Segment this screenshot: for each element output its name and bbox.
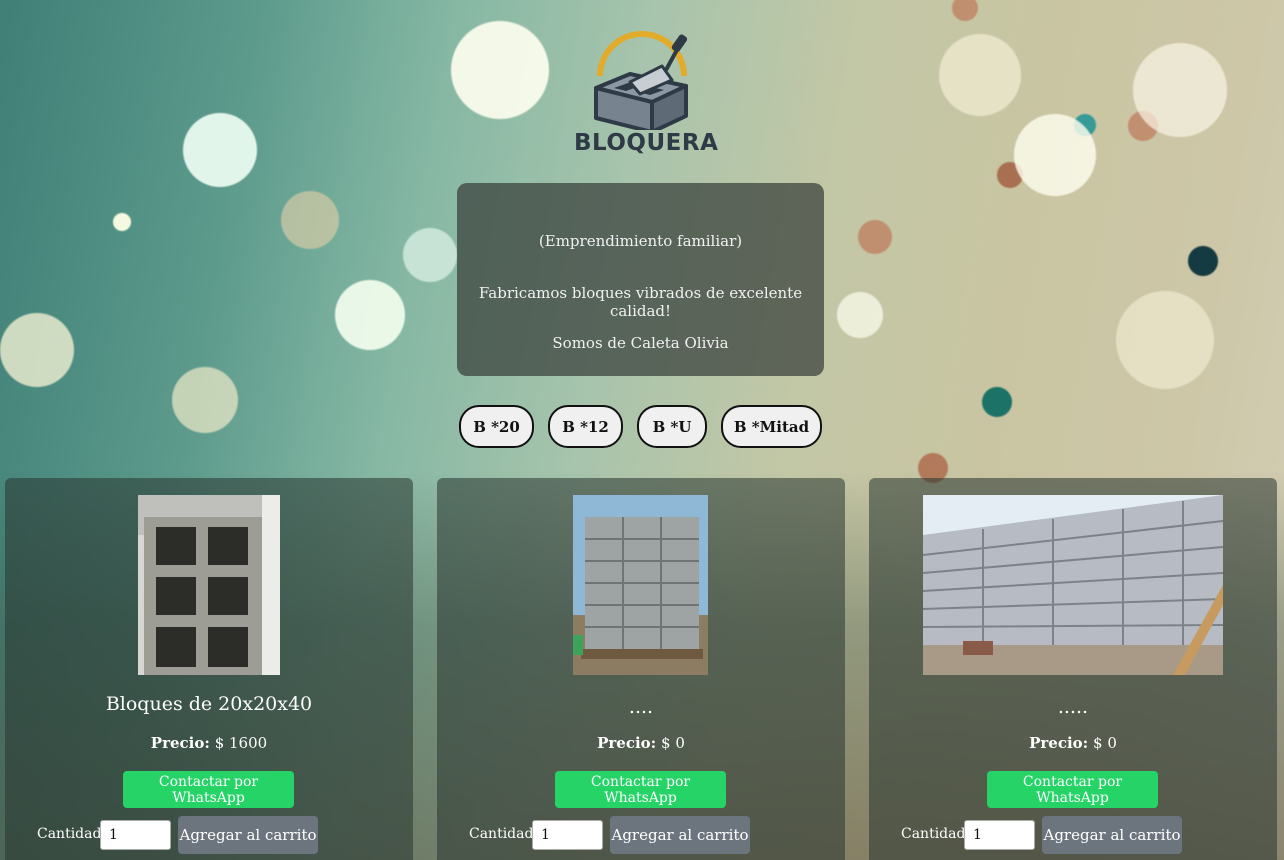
quantity-label: Cantidad: bbox=[469, 826, 539, 842]
quantity-input[interactable] bbox=[100, 820, 171, 850]
product-title: ..... bbox=[1057, 696, 1089, 718]
product-price: Precio: $ 1600 bbox=[5, 734, 413, 752]
whatsapp-button[interactable]: Contactar por WhatsApp bbox=[123, 771, 294, 808]
add-to-cart-button[interactable]: Agregar al carrito bbox=[1042, 816, 1182, 854]
price-value: $ 0 bbox=[661, 734, 685, 752]
price-label: Precio: bbox=[150, 734, 210, 752]
intro-line-location: Somos de Caleta Olivia bbox=[552, 334, 729, 352]
add-to-cart-button[interactable]: Agregar al carrito bbox=[178, 816, 318, 854]
product-price: Precio: $ 0 bbox=[437, 734, 845, 752]
product-image-block-wall bbox=[922, 495, 1224, 675]
product-price: Precio: $ 0 bbox=[869, 734, 1277, 752]
quantity-input[interactable] bbox=[964, 820, 1035, 850]
filter-button-bmitad[interactable]: B *Mitad bbox=[721, 405, 822, 448]
price-value: $ 1600 bbox=[214, 734, 268, 752]
product-image-concrete-block bbox=[138, 495, 280, 675]
brand-logo[interactable]: BLOQUERA bbox=[574, 30, 719, 162]
product-title: Bloques de 20x20x40 bbox=[105, 693, 313, 715]
product-title: .... bbox=[628, 696, 654, 718]
product-card: .... Precio: $ 0 Contactar por WhatsApp … bbox=[437, 478, 845, 860]
product-card: ..... Precio: $ 0 Contactar por WhatsApp… bbox=[869, 478, 1277, 860]
quantity-input[interactable] bbox=[532, 820, 603, 850]
filter-button-bu[interactable]: B *U bbox=[637, 405, 707, 448]
brand-name: BLOQUERA bbox=[574, 130, 719, 156]
filter-button-b20[interactable]: B *20 bbox=[459, 405, 534, 448]
price-label: Precio: bbox=[1029, 734, 1089, 752]
intro-line-family: (Emprendimiento familiar) bbox=[538, 232, 743, 250]
filter-bar: B *20 B *12 B *U B *Mitad bbox=[0, 405, 1284, 449]
whatsapp-button[interactable]: Contactar por WhatsApp bbox=[987, 771, 1158, 808]
product-card: Bloques de 20x20x40 Precio: $ 1600 Conta… bbox=[5, 478, 413, 860]
product-image-block-pallet bbox=[573, 495, 708, 675]
quantity-label: Cantidad: bbox=[901, 826, 971, 842]
add-to-cart-button[interactable]: Agregar al carrito bbox=[610, 816, 750, 854]
intro-line-quality: Fabricamos bloques vibrados de excelente… bbox=[478, 284, 803, 320]
whatsapp-button[interactable]: Contactar por WhatsApp bbox=[555, 771, 726, 808]
price-value: $ 0 bbox=[1093, 734, 1117, 752]
intro-panel: (Emprendimiento familiar) Fabricamos blo… bbox=[457, 183, 824, 376]
price-label: Precio: bbox=[597, 734, 657, 752]
brick-trowel-logo-icon bbox=[594, 31, 688, 130]
filter-button-b12[interactable]: B *12 bbox=[548, 405, 623, 448]
quantity-label: Cantidad: bbox=[37, 826, 107, 842]
